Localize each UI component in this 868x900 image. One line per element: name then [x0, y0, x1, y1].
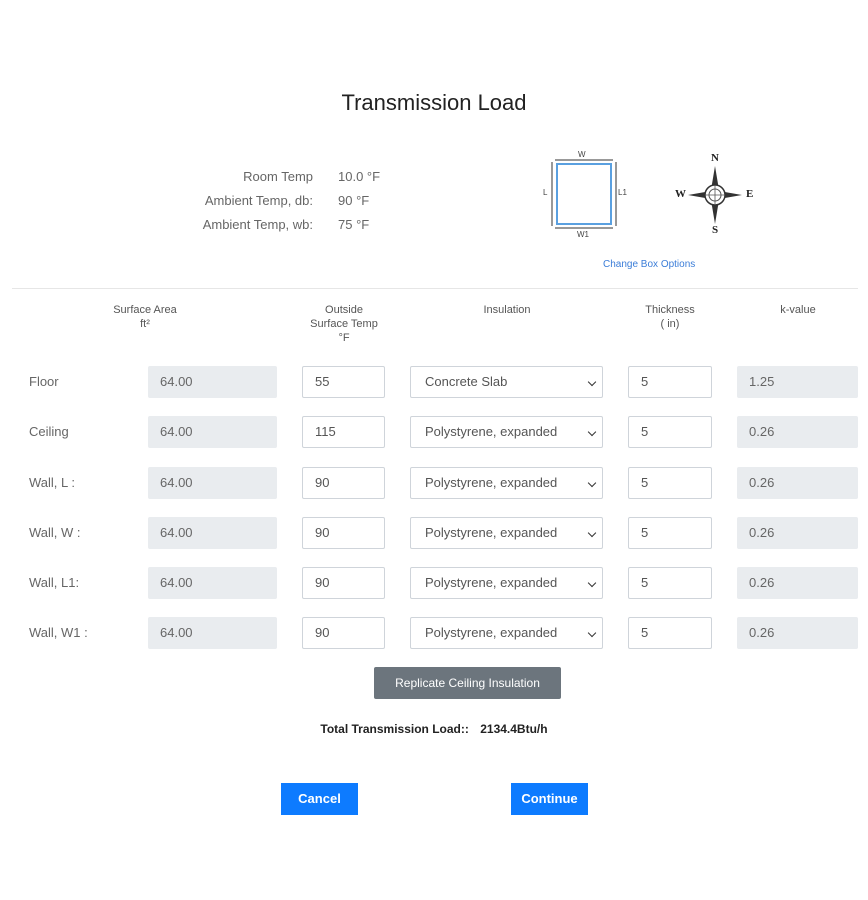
- k-value-field: 0.26: [737, 517, 858, 549]
- cancel-button[interactable]: Cancel: [281, 783, 358, 815]
- compass-north: N: [711, 152, 719, 164]
- insulation-select-value: Polystyrene, expanded: [425, 424, 558, 439]
- thickness-input[interactable]: 5: [628, 617, 712, 649]
- col-header-outside-temp: Outside Surface Temp °F: [294, 303, 394, 345]
- box-diagram: W W1 L L1: [540, 150, 630, 240]
- outside-temp-input[interactable]: 90: [302, 517, 385, 549]
- outside-temp-input[interactable]: 90: [302, 617, 385, 649]
- surface-area-field: 64.00: [148, 617, 277, 649]
- thickness-input[interactable]: 5: [628, 517, 712, 549]
- row-label: Wall, L1:: [29, 575, 80, 590]
- col-header-line: Insulation: [483, 304, 531, 316]
- row-label: Wall, L :: [29, 475, 75, 490]
- change-box-options-link[interactable]: Change Box Options: [603, 259, 695, 270]
- room-temp-label: Room Temp: [243, 169, 313, 184]
- col-header-line: k-value: [780, 304, 816, 316]
- insulation-select-value: Polystyrene, expanded: [425, 475, 558, 490]
- k-value-field: 1.25: [737, 366, 858, 398]
- chevron-down-icon: [587, 628, 597, 638]
- row-label: Ceiling: [29, 424, 69, 439]
- insulation-select[interactable]: Polystyrene, expanded: [410, 467, 603, 499]
- k-value-field: 0.26: [737, 416, 858, 448]
- page-title: Transmission Load: [341, 90, 527, 115]
- surface-area-field: 64.00: [148, 366, 277, 398]
- chevron-down-icon: [587, 528, 597, 538]
- outside-temp-input[interactable]: 55: [302, 366, 385, 398]
- surface-area-field: 64.00: [148, 517, 277, 549]
- box-label-bottom: W1: [577, 230, 589, 239]
- col-header-surface-area: Surface Area ft²: [95, 303, 195, 331]
- replicate-ceiling-insulation-button[interactable]: Replicate Ceiling Insulation: [374, 667, 561, 699]
- surface-area-field: 64.00: [148, 567, 277, 599]
- outside-temp-input[interactable]: 115: [302, 416, 385, 448]
- col-header-line: ( in): [660, 318, 680, 330]
- insulation-select[interactable]: Polystyrene, expanded: [410, 617, 603, 649]
- insulation-select-value: Polystyrene, expanded: [425, 525, 558, 540]
- total-value: 2134.4Btu/h: [480, 722, 548, 736]
- thickness-input[interactable]: 5: [628, 567, 712, 599]
- box-label-top: W: [578, 150, 586, 159]
- insulation-select-value: Concrete Slab: [425, 374, 508, 389]
- k-value-field: 0.26: [737, 467, 858, 499]
- col-header-insulation: Insulation: [457, 303, 557, 317]
- k-value-field: 0.26: [737, 567, 858, 599]
- outside-temp-input[interactable]: 90: [302, 567, 385, 599]
- room-temp-value: 10.0 °F: [338, 169, 381, 184]
- chevron-down-icon: [587, 578, 597, 588]
- ambient-wb-value: 75 °F: [338, 217, 370, 232]
- col-header-line: Thickness: [645, 304, 695, 316]
- insulation-select[interactable]: Polystyrene, expanded: [410, 517, 603, 549]
- chevron-down-icon: [587, 427, 597, 437]
- row-label: Wall, W1 :: [29, 625, 88, 640]
- chevron-down-icon: [587, 377, 597, 387]
- compass-south: S: [712, 224, 719, 236]
- row-label: Floor: [29, 374, 59, 389]
- insulation-select[interactable]: Polystyrene, expanded: [410, 567, 603, 599]
- continue-button[interactable]: Continue: [511, 783, 588, 815]
- divider: [12, 288, 858, 289]
- col-header-k-value: k-value: [748, 303, 848, 317]
- insulation-select[interactable]: Polystyrene, expanded: [410, 416, 603, 448]
- col-header-line: Surface Temp: [310, 318, 378, 330]
- box-outline-icon: [551, 159, 617, 229]
- thickness-input[interactable]: 5: [628, 366, 712, 398]
- col-header-line: Surface Area: [113, 304, 177, 316]
- insulation-select-value: Polystyrene, expanded: [425, 625, 558, 640]
- col-header-line: ft²: [140, 318, 150, 330]
- ambient-wb-label: Ambient Temp, wb:: [202, 217, 313, 232]
- compass: N S W E: [670, 150, 760, 240]
- box-label-left: L: [543, 188, 548, 197]
- compass-east: E: [746, 188, 754, 200]
- outside-temp-input[interactable]: 90: [302, 467, 385, 499]
- box-label-right: L1: [618, 188, 627, 197]
- col-header-line: °F: [338, 332, 350, 344]
- thickness-input[interactable]: 5: [628, 467, 712, 499]
- thickness-input[interactable]: 5: [628, 416, 712, 448]
- col-header-line: Outside: [325, 304, 363, 316]
- chevron-down-icon: [587, 478, 597, 488]
- total-label: Total Transmission Load::: [320, 722, 469, 736]
- insulation-select-value: Polystyrene, expanded: [425, 575, 558, 590]
- row-label: Wall, W :: [29, 525, 81, 540]
- total-transmission-load: Total Transmission Load:: 2134.4Btu/h: [0, 722, 868, 736]
- col-header-thickness: Thickness ( in): [620, 303, 720, 331]
- ambient-db-value: 90 °F: [338, 193, 370, 208]
- k-value-field: 0.26: [737, 617, 858, 649]
- surface-area-field: 64.00: [148, 416, 277, 448]
- compass-west: W: [675, 188, 686, 200]
- insulation-select[interactable]: Concrete Slab: [410, 366, 603, 398]
- surface-area-field: 64.00: [148, 467, 277, 499]
- ambient-db-label: Ambient Temp, db:: [204, 193, 313, 208]
